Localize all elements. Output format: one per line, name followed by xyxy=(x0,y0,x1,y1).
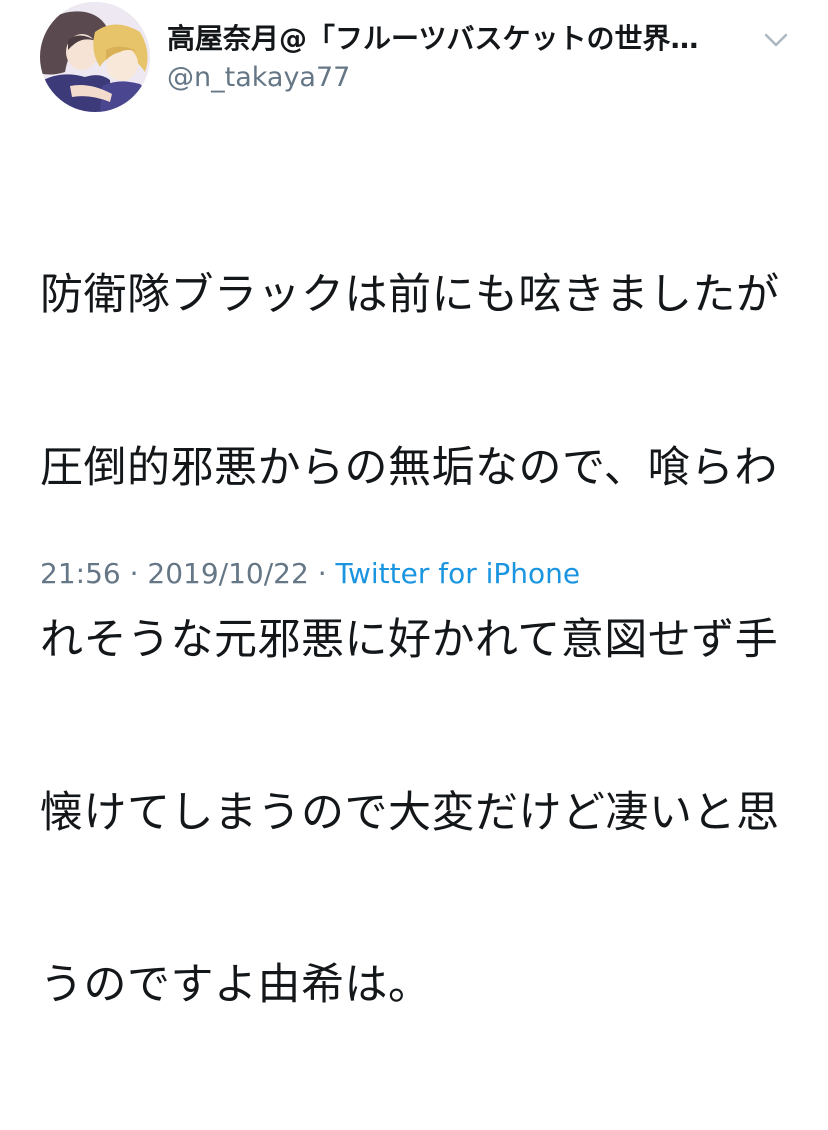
tweet-meta: 21:56 · 2019/10/22 · Twitter for iPhone xyxy=(40,556,580,592)
tweet-text-line: 防衛隊ブラックは前にも呟きましたが xyxy=(40,270,780,320)
author-handle[interactable]: @n_takaya77 xyxy=(167,62,350,94)
tweet-menu-button[interactable] xyxy=(760,28,792,52)
avatar-illustration-icon xyxy=(40,2,150,112)
tweet-source-link[interactable]: Twitter for iPhone xyxy=(336,557,581,590)
meta-separator: · xyxy=(308,557,336,590)
tweet-time[interactable]: 21:56 xyxy=(40,557,121,590)
tweet-date[interactable]: 2019/10/22 xyxy=(147,557,308,590)
tweet-text-line: うのですよ由希は。 xyxy=(40,960,432,1010)
tweet-card: 高屋奈月@「フルーツバスケットの世界… @n_takaya77 防衛隊ブラックは… xyxy=(0,0,828,1010)
meta-separator: · xyxy=(120,557,148,590)
tweet-text: 防衛隊ブラックは前にも呟きましたが 圧倒的邪悪からの無垢なので、喰らわ れそうな… xyxy=(40,152,800,1130)
tweet-text-line: 圧倒的邪悪からの無垢なので、喰らわ xyxy=(40,442,778,493)
chevron-down-icon xyxy=(764,33,788,47)
tweet-text-line: 懐けてしまうので大変だけど凄いと思 xyxy=(40,787,780,838)
author-display-name[interactable]: 高屋奈月@「フルーツバスケットの世界… xyxy=(167,22,747,56)
avatar[interactable] xyxy=(40,2,150,112)
tweet-text-line: れそうな元邪悪に好かれて意図せず手 xyxy=(40,615,779,665)
